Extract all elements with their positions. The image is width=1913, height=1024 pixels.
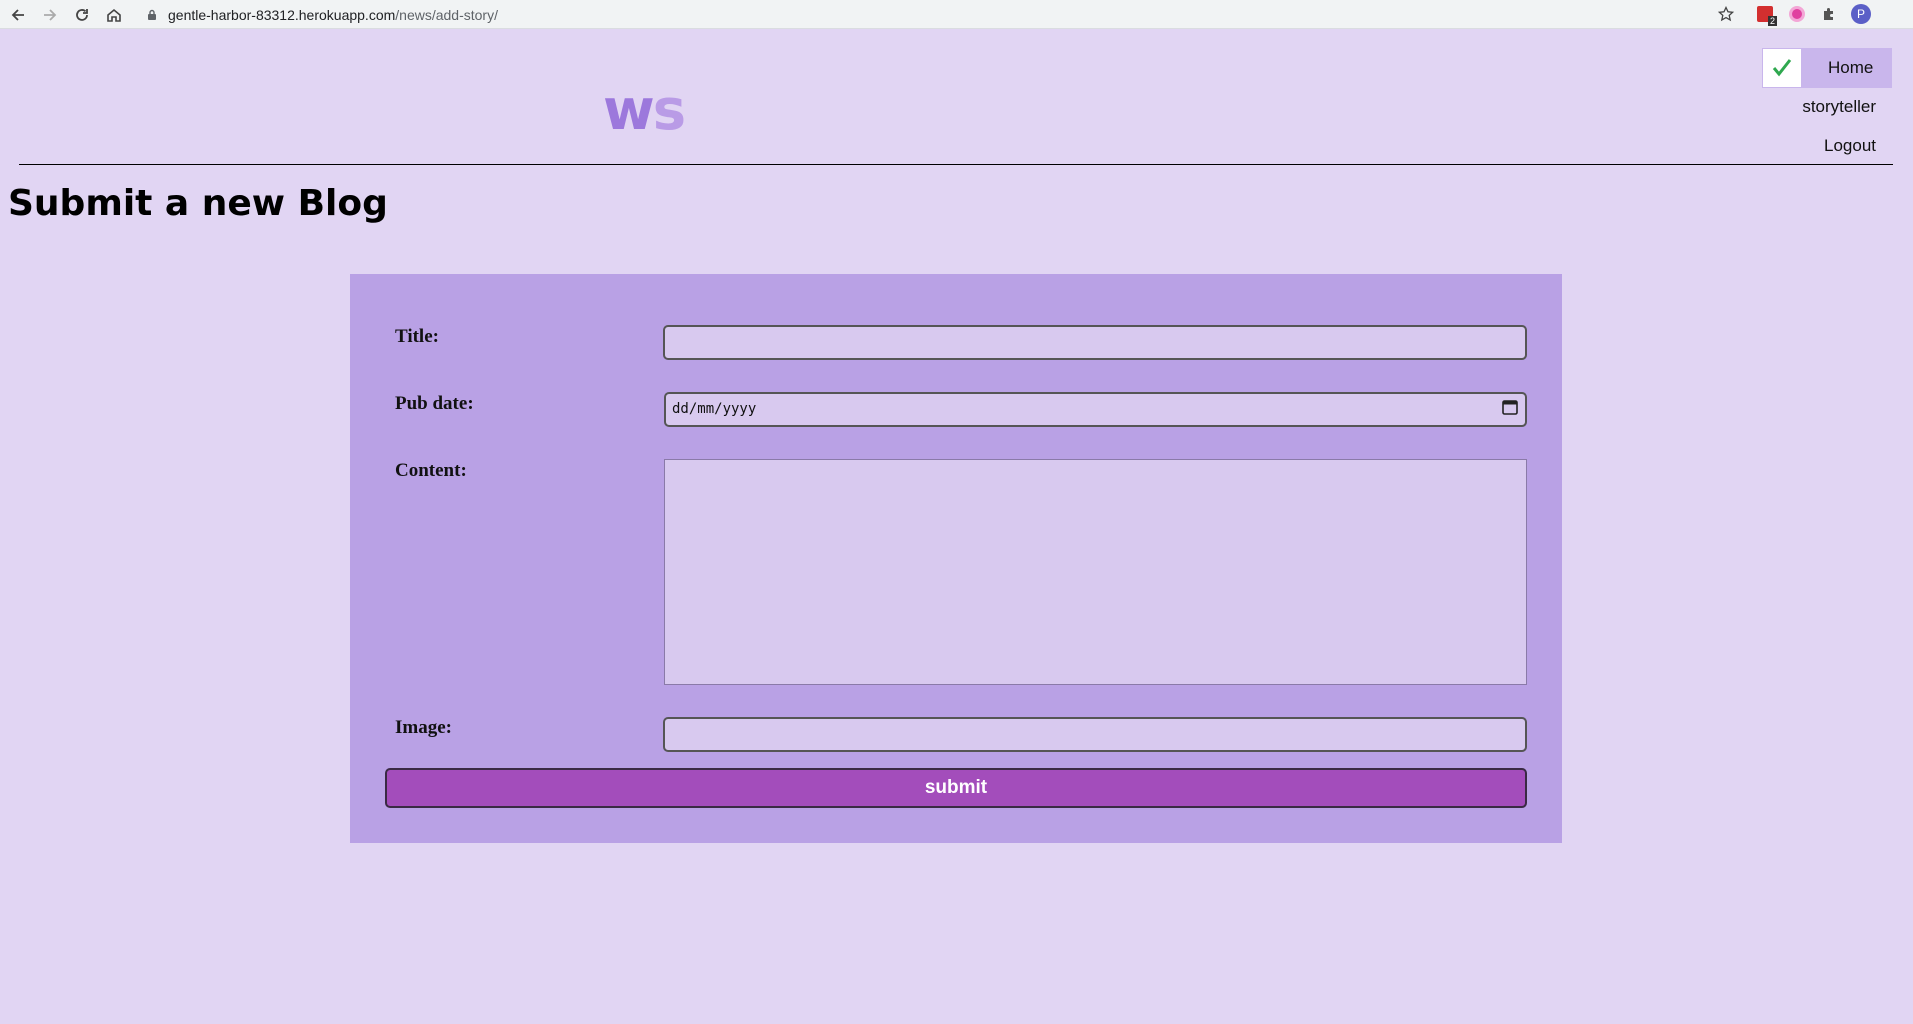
circle-extension-icon	[1789, 6, 1805, 22]
address-bar[interactable]: gentle-harbor-83312.herokuapp.com/news/a…	[136, 2, 1766, 27]
extension-button-2[interactable]	[1787, 4, 1807, 24]
page-title: Submit a new Blog	[8, 183, 388, 224]
nav-user-link[interactable]: storyteller	[1802, 97, 1876, 117]
pubdate-placeholder: dd/mm/yyyy	[672, 401, 757, 417]
title-input[interactable]	[663, 325, 1527, 360]
image-input[interactable]	[663, 717, 1527, 752]
bookmark-star-button[interactable]	[1716, 4, 1736, 24]
back-button[interactable]	[6, 3, 30, 27]
url-path: /news/add-story/	[395, 6, 498, 23]
profile-button[interactable]: P	[1851, 4, 1871, 24]
submit-button[interactable]: submit	[385, 768, 1527, 808]
lock-icon	[148, 9, 156, 20]
title-label: Title:	[395, 326, 439, 347]
extensions-menu-button[interactable]	[1819, 4, 1839, 24]
arrow-left-icon	[11, 9, 24, 21]
home-icon	[107, 8, 121, 22]
nav-logout-link[interactable]: Logout	[1824, 136, 1876, 156]
extension-icon: 2	[1757, 6, 1777, 26]
header-divider	[19, 164, 1893, 165]
forward-button[interactable]	[38, 3, 62, 27]
reload-button[interactable]	[70, 3, 94, 27]
browser-toolbar: gentle-harbor-83312.herokuapp.com/news/a…	[0, 0, 1913, 29]
site-logo[interactable]: ws	[603, 78, 686, 143]
calendar-icon[interactable]	[1501, 398, 1519, 416]
puzzle-icon	[1824, 8, 1833, 20]
star-icon	[1718, 6, 1734, 22]
checkmark-icon	[1763, 49, 1801, 87]
arrow-right-icon	[44, 9, 57, 21]
nav-home-label: Home	[1828, 58, 1874, 77]
logo-letter-s: s	[652, 78, 686, 143]
pubdate-label: Pub date:	[395, 393, 474, 414]
extension-badge: 2	[1767, 16, 1777, 26]
url-text: gentle-harbor-83312.herokuapp.com/news/a…	[168, 7, 498, 23]
url-host: gentle-harbor-83312.herokuapp.com	[168, 6, 396, 23]
pubdate-input[interactable]: dd/mm/yyyy	[664, 392, 1527, 427]
extension-button-1[interactable]: 2	[1755, 4, 1777, 26]
blog-form: Title: Pub date: dd/mm/yyyy Content: Ima…	[350, 274, 1562, 843]
content-label: Content:	[395, 460, 467, 481]
logo-letter-w: w	[603, 78, 655, 143]
avatar: P	[1851, 4, 1871, 24]
home-button[interactable]	[102, 3, 126, 27]
content-textarea[interactable]	[664, 459, 1527, 685]
nav-home[interactable]: Home	[1762, 48, 1892, 88]
image-label: Image:	[395, 717, 452, 738]
reload-icon	[76, 9, 88, 21]
